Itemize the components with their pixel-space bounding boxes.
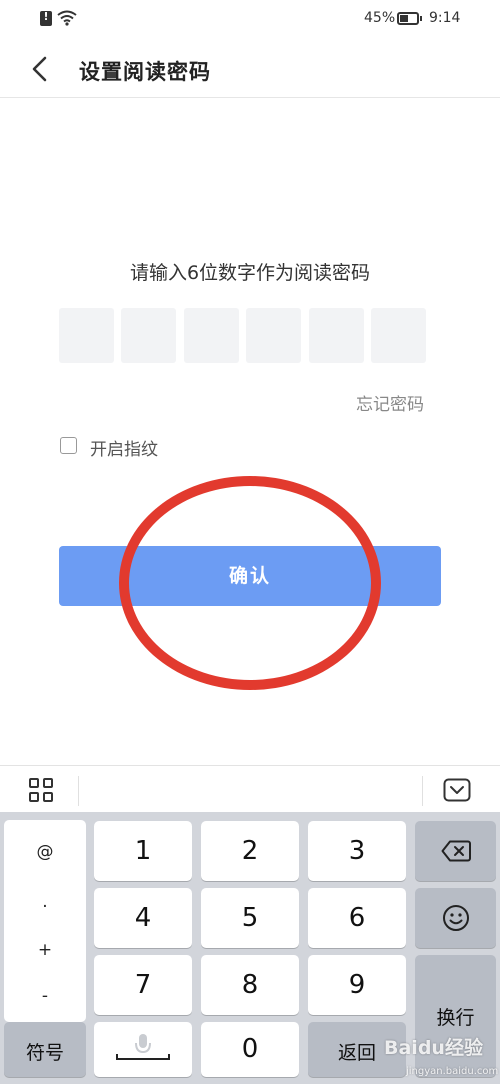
pin-digit-box[interactable] — [309, 308, 364, 363]
key-4[interactable]: 4 — [94, 888, 192, 948]
status-bar: 45% 9:14 — [0, 0, 500, 40]
key-8[interactable]: 8 — [201, 955, 299, 1015]
toolbar-divider — [78, 776, 79, 806]
symbol-key-plus[interactable]: + — [4, 940, 86, 960]
fingerprint-checkbox[interactable] — [60, 437, 77, 454]
key-9[interactable]: 9 — [308, 955, 406, 1015]
symbol-switch-key[interactable]: 符号 — [4, 1022, 86, 1077]
symbol-column[interactable]: @ . + - — [4, 820, 86, 1022]
symbol-key-at[interactable]: @ — [4, 842, 86, 862]
pin-digit-box[interactable] — [184, 308, 239, 363]
key-6[interactable]: 6 — [308, 888, 406, 948]
pin-digit-box[interactable] — [121, 308, 176, 363]
hide-keyboard-icon[interactable] — [443, 778, 471, 802]
battery-percent: 45% — [364, 10, 396, 26]
return-key[interactable]: 返回 — [308, 1022, 406, 1077]
backspace-key[interactable] — [415, 821, 496, 881]
key-3[interactable]: 3 — [308, 821, 406, 881]
symbol-switch-label: 符号 — [25, 1042, 64, 1064]
emoji-key[interactable] — [415, 888, 496, 948]
grid-icon[interactable] — [29, 778, 55, 804]
status-time: 9:14 — [429, 10, 461, 26]
voice-input-key[interactable] — [94, 1022, 192, 1077]
battery-icon — [397, 12, 422, 25]
symbol-key-minus[interactable]: - — [4, 986, 86, 1006]
key-2[interactable]: 2 — [201, 821, 299, 881]
toolbar-divider — [422, 776, 423, 806]
backspace-icon — [441, 840, 471, 862]
key-5[interactable]: 5 — [201, 888, 299, 948]
pin-prompt: 请输入6位数字作为阅读密码 — [129, 262, 371, 284]
fingerprint-label[interactable]: 开启指纹 — [90, 435, 158, 460]
page-header: 设置阅读密码 — [0, 40, 500, 98]
page-title: 设置阅读密码 — [79, 60, 211, 84]
pin-digit-box[interactable] — [371, 308, 426, 363]
confirm-button[interactable]: 确认 — [59, 546, 441, 606]
back-button[interactable] — [22, 52, 58, 86]
chevron-left-icon — [32, 56, 47, 82]
forgot-password-link[interactable]: 忘记密码 — [356, 390, 424, 415]
pin-digit-box[interactable] — [246, 308, 301, 363]
symbol-key-dot[interactable]: . — [4, 892, 86, 912]
pin-digit-box[interactable] — [59, 308, 114, 363]
wifi-icon — [57, 10, 77, 26]
key-0[interactable]: 0 — [201, 1022, 299, 1077]
alert-icon — [40, 10, 52, 26]
enter-key-label: 换行 — [436, 1007, 475, 1029]
numeric-keyboard: @ . + - 1 2 3 4 5 6 7 8 9 换行 符号 0 返回 — [0, 812, 500, 1084]
emoji-icon — [442, 905, 469, 931]
keyboard-toolbar — [0, 765, 500, 812]
key-7[interactable]: 7 — [94, 955, 192, 1015]
key-1[interactable]: 1 — [94, 821, 192, 881]
enter-key[interactable]: 换行 — [415, 955, 496, 1077]
microphone-icon — [116, 1034, 170, 1060]
return-key-label: 返回 — [337, 1042, 376, 1064]
